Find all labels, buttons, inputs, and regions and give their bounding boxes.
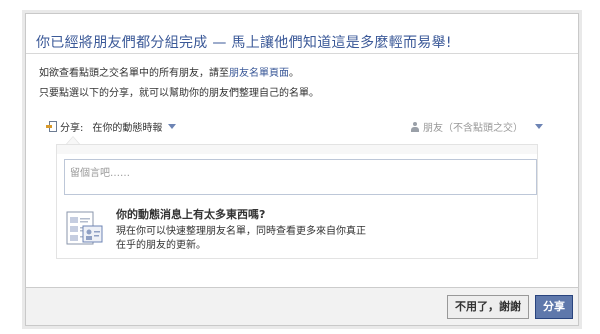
tip-title: 你的動態消息上有太多東西嗎? — [116, 208, 266, 221]
share-destination-group: 分享: 在你的動態時報 — [46, 119, 177, 134]
dialog-header: 你已經將朋友們都分組完成 — 馬上讓他們知道這是多麼輕而易舉! — [26, 14, 578, 54]
friend-list-hint: 如欲查看點頭之交名單中的所有朋友，請至朋友名單頁面。 — [39, 66, 566, 86]
chevron-down-icon — [168, 124, 177, 129]
share-destination-value: 在你的動態時報 — [92, 123, 163, 134]
friends-icon — [411, 121, 419, 132]
tip-text: 現在你可以快速整理朋友名單，同時查看更多來自你真正在乎的朋友的更新。 — [116, 226, 366, 251]
share-label: 分享: — [60, 123, 84, 134]
audience-value: 朋友（不含點頭之交） — [423, 123, 523, 134]
friend-lists-page-link[interactable]: 朋友名單頁面 — [229, 68, 289, 79]
share-destination-dropdown[interactable]: 在你的動態時報 — [92, 119, 177, 134]
share-button[interactable]: 分享 — [535, 295, 573, 319]
friend-list-hint-suffix: 。 — [289, 68, 299, 79]
friend-list-icon — [66, 211, 103, 245]
dialog-footer: 不用了，謝謝 分享 — [25, 287, 579, 326]
share-instruction: 只要點選以下的分享，就可以幫助你的朋友們整理自己的名單。 — [39, 88, 319, 99]
friend-list-hint-prefix: 如欲查看點頭之交名單中的所有朋友，請至 — [39, 68, 229, 79]
dialog-body: 如欲查看點頭之交名單中的所有朋友，請至朋友名單頁面。 只要點選以下的分享，就可以… — [26, 54, 578, 136]
composer-top-strip — [56, 144, 538, 154]
dialog-title: 你已經將朋友們都分組完成 — 馬上讓他們知道這是多麼輕而易舉! — [36, 35, 452, 51]
share-options-row: 分享: 在你的動態時報 朋友（不含點頭之交） — [39, 118, 566, 136]
audience-selector[interactable]: 朋友（不含點頭之交） — [411, 119, 543, 134]
chevron-down-icon — [535, 124, 543, 129]
composer-pointer — [66, 136, 80, 145]
cancel-button[interactable]: 不用了，謝謝 — [447, 295, 529, 319]
tip-section: 你的動態消息上有太多東西嗎? 現在你可以快速整理朋友名單，同時查看更多來自你真正… — [66, 203, 536, 253]
message-input[interactable] — [64, 159, 537, 195]
share-icon — [46, 120, 57, 133]
